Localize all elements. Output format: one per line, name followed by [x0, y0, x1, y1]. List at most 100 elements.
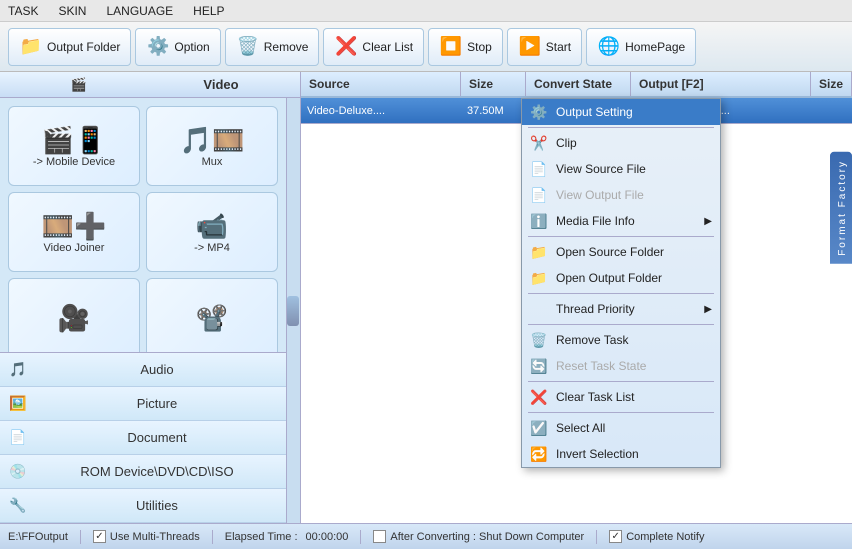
picture-label: Picture	[36, 396, 278, 411]
ctx-open-source-label: Open Source Folder	[556, 245, 664, 259]
mobile-device-item[interactable]: 🎬📱 -> Mobile Device	[8, 106, 140, 186]
output-path: E:\FFOutput	[8, 531, 68, 543]
complete-notify-checkbox[interactable]: ✓	[609, 530, 622, 543]
left-panel: 🎬 Video 🎬📱 -> Mobile Device 🎵🎞️ Mux 🎞️➕	[0, 72, 301, 523]
ctx-view-output: 📄 View Output File	[522, 182, 720, 208]
th-outsize: Size	[811, 72, 852, 96]
stop-label: Stop	[467, 40, 492, 54]
clear-list-label: Clear List	[362, 40, 413, 54]
right-panel: Source Size Convert State Output [F2] Si…	[301, 72, 852, 523]
th-size: Size	[461, 72, 526, 96]
webm-icon: 📽️	[196, 303, 228, 334]
remove-button[interactable]: 🗑️ Remove	[225, 28, 320, 66]
ctx-open-output-folder[interactable]: 📁 Open Output Folder	[522, 265, 720, 291]
webm-item[interactable]: 📽️	[146, 278, 278, 352]
ctx-invert-label: Invert Selection	[556, 447, 639, 461]
utilities-icon: 🔧	[8, 496, 28, 516]
scrollbar-track[interactable]	[286, 98, 300, 523]
ctx-media-info[interactable]: ℹ️ Media File Info ▶	[522, 208, 720, 234]
start-button[interactable]: ▶️ Start	[507, 28, 582, 66]
clear-task-icon: ❌	[530, 388, 548, 406]
video-joiner-item[interactable]: 🎞️➕ Video Joiner	[8, 192, 140, 272]
stop-icon: ⏹️	[439, 35, 463, 59]
mux-icon: 🎵🎞️	[180, 125, 245, 156]
menu-skin[interactable]: SKIN	[54, 2, 90, 20]
after-converting-checkbox[interactable]	[373, 530, 386, 543]
start-label: Start	[546, 40, 571, 54]
mkv-item[interactable]: 🎥	[8, 278, 140, 352]
ctx-clear-task-list[interactable]: ❌ Clear Task List	[522, 384, 720, 410]
clear-list-button[interactable]: ❌ Clear List	[323, 28, 424, 66]
status-divider-4	[596, 530, 597, 544]
ctx-invert-selection[interactable]: 🔁 Invert Selection	[522, 441, 720, 467]
ctx-remove-task[interactable]: 🗑️ Remove Task	[522, 327, 720, 353]
menu-language[interactable]: LANGUAGE	[102, 2, 177, 20]
th-convert: Convert State	[526, 72, 631, 96]
video-grid: 🎬📱 -> Mobile Device 🎵🎞️ Mux 🎞️➕ Video Jo…	[0, 98, 286, 352]
picture-row[interactable]: 🖼️ Picture	[0, 387, 286, 421]
after-converting-item: After Converting : Shut Down Computer	[373, 530, 584, 543]
document-row[interactable]: 📄 Document	[0, 421, 286, 455]
mp4-item[interactable]: 📹 -> MP4	[146, 192, 278, 272]
elapsed-time-item: Elapsed Time : 00:00:00	[225, 531, 349, 543]
td-size: 37.50M	[461, 98, 526, 123]
rom-icon: 💿	[8, 462, 28, 482]
after-converting-label: After Converting : Shut Down Computer	[390, 531, 584, 543]
ctx-view-source[interactable]: 📄 View Source File	[522, 156, 720, 182]
reset-task-icon: 🔄	[530, 357, 548, 375]
format-factory-tab[interactable]: Format Factory	[830, 152, 852, 264]
ctx-sep-1	[528, 127, 714, 128]
document-icon: 📄	[8, 428, 28, 448]
rom-row[interactable]: 💿 ROM Device\DVD\CD\ISO	[0, 455, 286, 489]
thread-arrow: ▶	[704, 304, 712, 315]
audio-label: Audio	[36, 362, 278, 377]
ctx-select-all[interactable]: ☑️ Select All	[522, 415, 720, 441]
th-output: Output [F2]	[631, 72, 811, 96]
start-icon: ▶️	[518, 35, 542, 59]
main-layout: 🎬 Video 🎬📱 -> Mobile Device 🎵🎞️ Mux 🎞️➕	[0, 72, 852, 523]
ctx-thread-priority[interactable]: Thread Priority ▶	[522, 296, 720, 322]
th-source: Source	[301, 72, 461, 96]
ctx-sep-3	[528, 293, 714, 294]
home-icon: 🌐	[597, 35, 621, 59]
picture-icon: 🖼️	[8, 394, 28, 414]
complete-notify-label: Complete Notify	[626, 531, 704, 543]
remove-task-icon: 🗑️	[530, 331, 548, 349]
mux-item[interactable]: 🎵🎞️ Mux	[146, 106, 278, 186]
context-menu: ⚙️ Output Setting ✂️ Clip 📄 View Source …	[521, 98, 721, 468]
td-source: Video-Deluxe....	[301, 98, 461, 123]
utilities-label: Utilities	[36, 498, 278, 513]
homepage-button[interactable]: 🌐 HomePage	[586, 28, 696, 66]
ctx-sep-2	[528, 236, 714, 237]
multi-threads-item: ✓ Use Multi-Threads	[93, 530, 200, 543]
output-folder-label: Output Folder	[47, 40, 120, 54]
left-panel-title: Video	[150, 77, 292, 92]
ctx-select-all-label: Select All	[556, 421, 605, 435]
ctx-clip-label: Clip	[556, 136, 577, 150]
option-button[interactable]: ⚙️ Option	[135, 28, 220, 66]
audio-row[interactable]: 🎵 Audio	[0, 353, 286, 387]
stop-button[interactable]: ⏹️ Stop	[428, 28, 503, 66]
complete-notify-item: ✓ Complete Notify	[609, 530, 704, 543]
utilities-row[interactable]: 🔧 Utilities	[0, 489, 286, 523]
menu-help[interactable]: HELP	[189, 2, 228, 20]
ctx-clip[interactable]: ✂️ Clip	[522, 130, 720, 156]
ctx-media-info-label: Media File Info	[556, 214, 635, 228]
multi-threads-checkbox[interactable]: ✓	[93, 530, 106, 543]
output-folder-button[interactable]: 📁 Output Folder	[8, 28, 131, 66]
open-output-folder-icon: 📁	[530, 269, 548, 287]
mkv-icon: 🎥	[58, 303, 90, 334]
section-rows: 🎵 Audio 🖼️ Picture 📄 Document 💿 ROM Devi…	[0, 352, 286, 523]
scrollbar-thumb[interactable]	[287, 296, 299, 326]
folder-icon: 📁	[19, 35, 43, 59]
ctx-thread-label: Thread Priority	[556, 302, 635, 316]
menu-task[interactable]: TASK	[4, 2, 42, 20]
view-source-icon: 📄	[530, 160, 548, 178]
ctx-open-source-folder[interactable]: 📁 Open Source Folder	[522, 239, 720, 265]
mobile-device-label: -> Mobile Device	[33, 156, 115, 168]
elapsed-time-value: 00:00:00	[306, 531, 349, 543]
open-source-folder-icon: 📁	[530, 243, 548, 261]
ctx-output-setting[interactable]: ⚙️ Output Setting	[522, 99, 720, 125]
output-path-item: E:\FFOutput	[8, 531, 68, 543]
view-output-icon: 📄	[530, 186, 548, 204]
